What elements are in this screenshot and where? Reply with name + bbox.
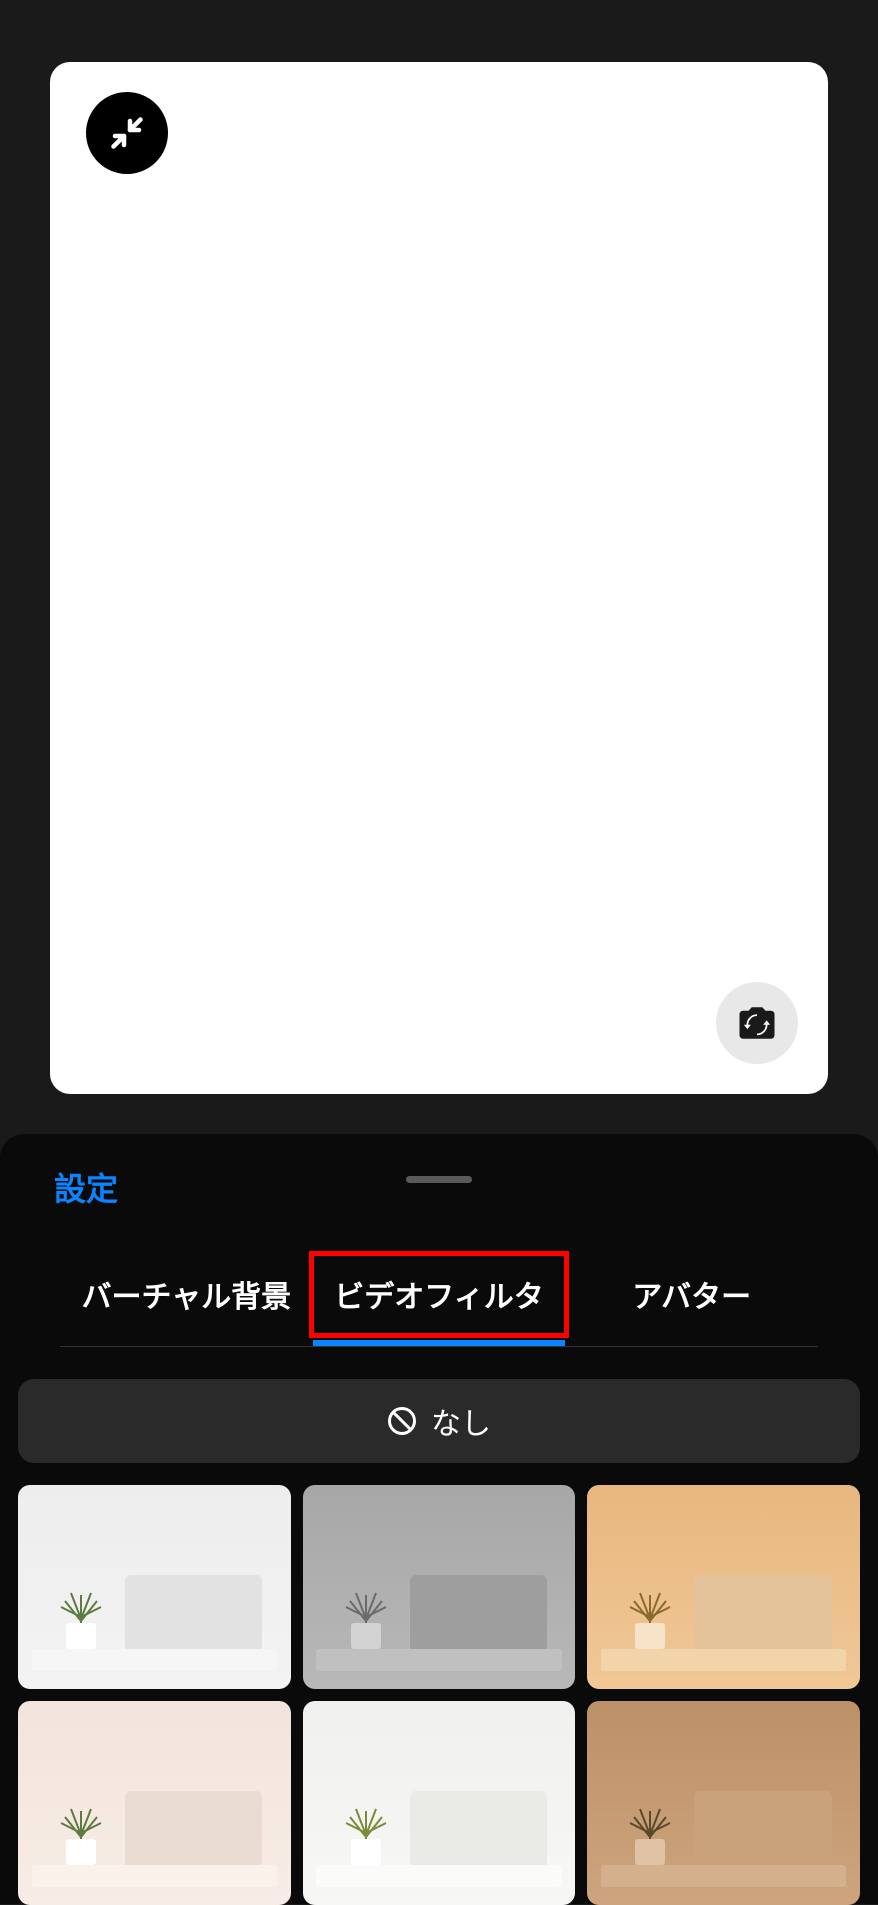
none-button-label: なし bbox=[431, 1399, 491, 1443]
settings-title[interactable]: 設定 bbox=[54, 1164, 118, 1210]
filter-bright[interactable] bbox=[303, 1701, 576, 1905]
tab-2[interactable]: アバター bbox=[565, 1254, 818, 1346]
prohibit-icon bbox=[387, 1406, 417, 1436]
filter-preview bbox=[303, 1485, 576, 1689]
tab-label: アバター bbox=[632, 1281, 751, 1314]
filter-mono[interactable] bbox=[303, 1485, 576, 1689]
tab-label: バーチャル背景 bbox=[81, 1281, 291, 1314]
filter-preview bbox=[587, 1701, 860, 1905]
video-preview-container bbox=[0, 0, 878, 1134]
filter-soft[interactable] bbox=[18, 1701, 291, 1905]
minimize-icon bbox=[109, 115, 145, 151]
filter-warm[interactable] bbox=[587, 1485, 860, 1689]
filter-preview bbox=[587, 1485, 860, 1689]
camera-switch-button[interactable] bbox=[716, 982, 798, 1064]
drag-handle[interactable] bbox=[406, 1176, 472, 1183]
filter-preview bbox=[18, 1701, 291, 1905]
settings-header: 設定 bbox=[0, 1134, 878, 1228]
filter-preview bbox=[18, 1485, 291, 1689]
video-preview bbox=[50, 62, 828, 1094]
tab-1[interactable]: ビデオフィルタ bbox=[313, 1254, 566, 1346]
camera-switch-icon bbox=[736, 1002, 778, 1044]
none-filter-button[interactable]: なし bbox=[18, 1379, 860, 1463]
tab-0[interactable]: バーチャル背景 bbox=[60, 1254, 313, 1346]
filter-grid bbox=[0, 1463, 878, 1905]
settings-panel: 設定 バーチャル背景 ビデオフィルタ アバター なし bbox=[0, 1134, 878, 1904]
tab-label: ビデオフィルタ bbox=[334, 1281, 543, 1314]
filter-sepia[interactable] bbox=[587, 1701, 860, 1905]
filter-normal[interactable] bbox=[18, 1485, 291, 1689]
filter-preview bbox=[303, 1701, 576, 1905]
tabs: バーチャル背景 ビデオフィルタ アバター bbox=[60, 1254, 818, 1347]
minimize-button[interactable] bbox=[86, 92, 168, 174]
